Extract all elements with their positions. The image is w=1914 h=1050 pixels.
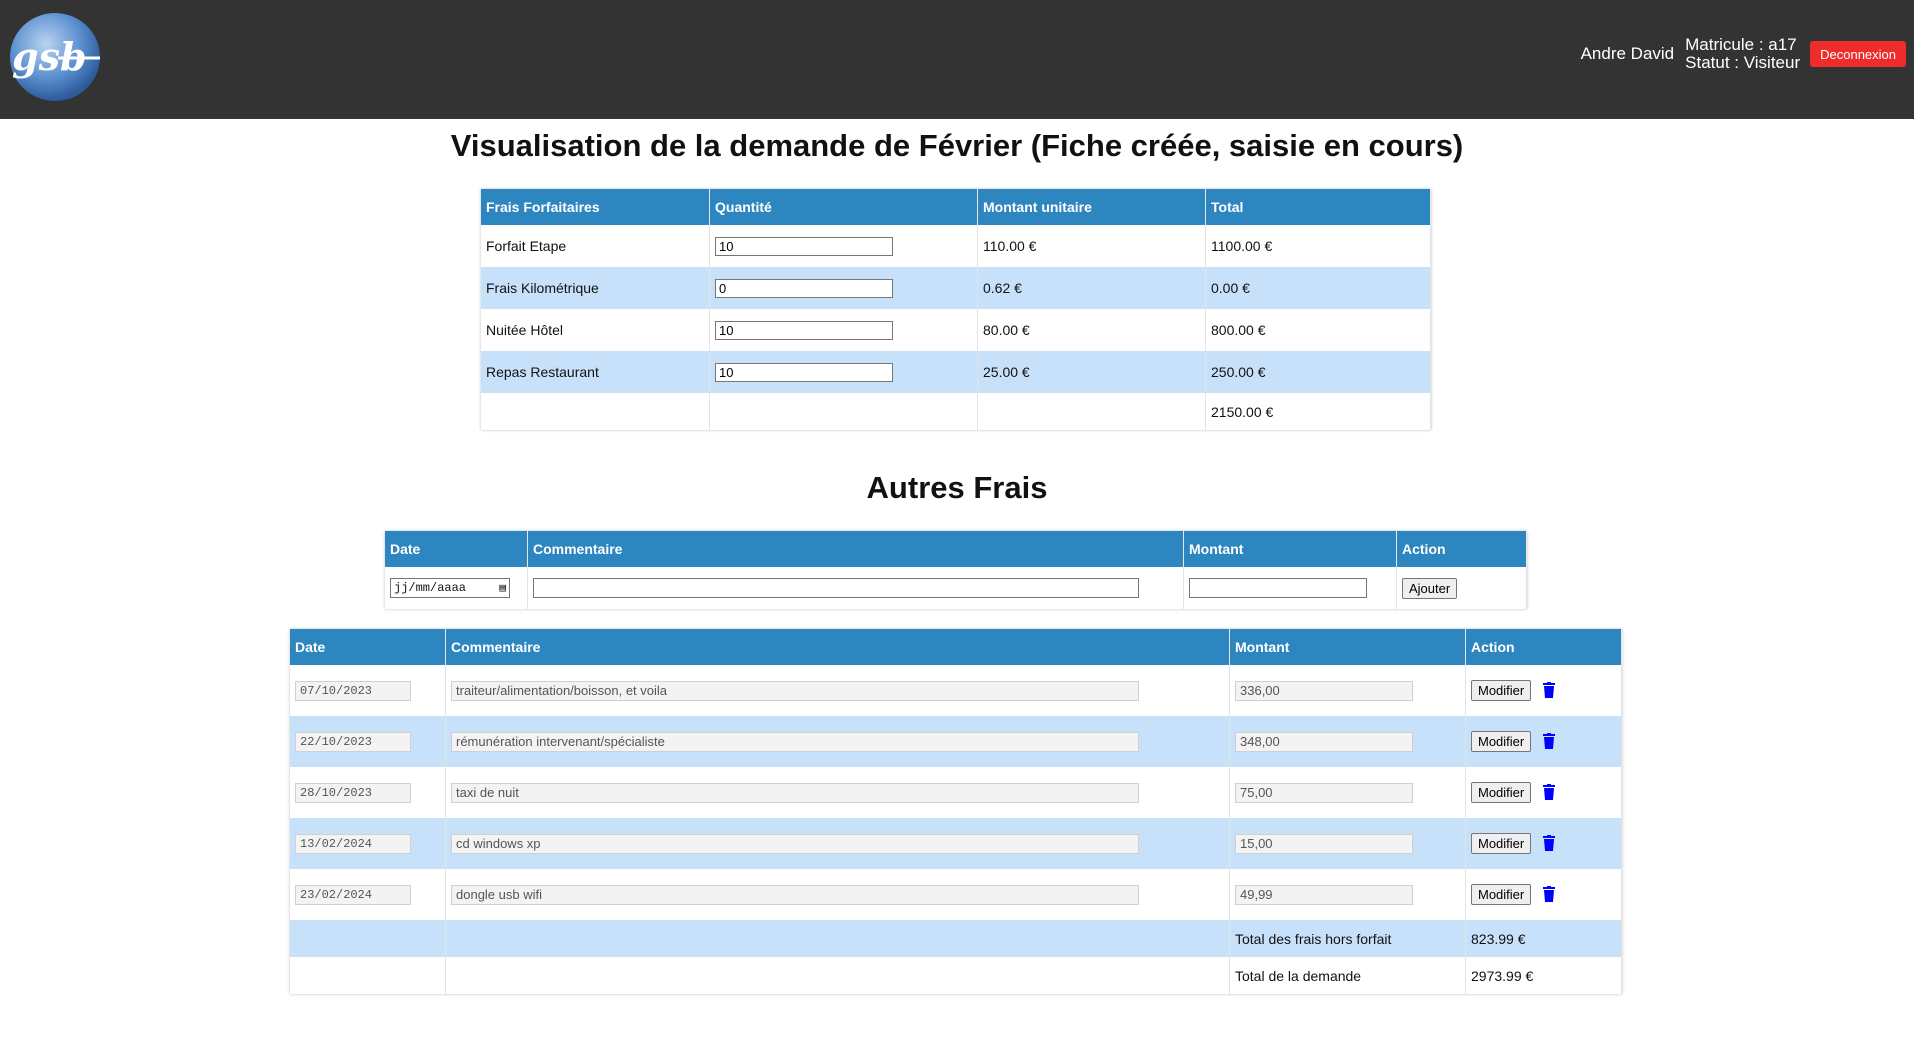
section-title-autres-frais: Autres Frais (866, 470, 1048, 505)
forfait-header-qty: Quantité (709, 189, 978, 225)
forfait-total: 250.00 € (1205, 351, 1431, 393)
expense-row: Modifier (290, 716, 1622, 767)
expense-row: Modifier (290, 818, 1622, 869)
forfait-total-row: 2150.00 € (481, 393, 1431, 430)
quantity-input[interactable] (715, 278, 893, 298)
list-header-action: Action (1465, 629, 1622, 665)
forfait-label: Nuitée Hôtel (481, 309, 710, 351)
trash-icon[interactable] (1543, 835, 1556, 851)
add-header-date: Date (385, 531, 528, 567)
expense-amount (1235, 833, 1413, 854)
modify-button[interactable]: Modifier (1471, 833, 1532, 854)
list-header-amount: Montant (1229, 629, 1466, 665)
forfait-grand-total: 2150.00 € (1205, 393, 1431, 430)
amount-input[interactable] (1189, 578, 1367, 598)
expense-amount (1235, 782, 1413, 803)
top-bar: gsb Andre David Matricule : a17 Statut :… (0, 0, 1914, 119)
total-hf-value: 823.99 € (1465, 920, 1622, 957)
forfait-header-type: Frais Forfaitaires (481, 189, 710, 225)
forfait-unit: 80.00 € (977, 309, 1206, 351)
forfait-header-total: Total (1205, 189, 1431, 225)
forfait-total: 800.00 € (1205, 309, 1431, 351)
gsb-logo: gsb (10, 13, 100, 101)
forfait-label: Forfait Etape (481, 225, 710, 267)
expense-amount (1235, 680, 1413, 701)
trash-icon[interactable] (1543, 784, 1556, 800)
expense-row: Modifier (290, 869, 1622, 920)
forfait-table: Frais Forfaitaires Quantité Montant unit… (481, 189, 1431, 430)
forfait-unit: 110.00 € (977, 225, 1206, 267)
expense-date (295, 884, 411, 905)
quantity-input[interactable] (715, 320, 893, 340)
total-demande-row: Total de la demande 2973.99 € (290, 957, 1622, 994)
expense-comment (451, 884, 1139, 905)
user-meta: Matricule : a17 Statut : Visiteur (1685, 36, 1800, 72)
modify-button[interactable]: Modifier (1471, 731, 1532, 752)
forfait-total: 1100.00 € (1205, 225, 1431, 267)
expense-comment (451, 680, 1139, 701)
forfait-unit: 25.00 € (977, 351, 1206, 393)
modify-button[interactable]: Modifier (1471, 680, 1532, 701)
add-button[interactable]: Ajouter (1402, 577, 1458, 599)
expense-amount (1235, 731, 1413, 752)
total-demande-label: Total de la demande (1229, 957, 1466, 994)
modify-button[interactable]: Modifier (1471, 782, 1532, 803)
expense-comment (451, 782, 1139, 803)
list-header-date: Date (290, 629, 446, 665)
expense-date (295, 680, 411, 701)
quantity-input[interactable] (715, 236, 893, 256)
forfait-unit: 0.62 € (977, 267, 1206, 309)
expense-row: Modifier (290, 665, 1622, 716)
quantity-input[interactable] (715, 362, 893, 382)
logout-button[interactable]: Deconnexion (1810, 41, 1906, 67)
forfait-row: Repas Restaurant 25.00 € 250.00 € (481, 351, 1431, 393)
add-header-comment: Commentaire (527, 531, 1184, 567)
forfait-header-unit: Montant unitaire (977, 189, 1206, 225)
forfait-label: Frais Kilométrique (481, 267, 710, 309)
forfait-label: Repas Restaurant (481, 351, 710, 393)
total-demande-value: 2973.99 € (1465, 957, 1622, 994)
trash-icon[interactable] (1543, 682, 1556, 698)
total-hf-label: Total des frais hors forfait (1229, 920, 1466, 957)
page-title: Visualisation de la demande de Février (… (450, 128, 1464, 163)
expense-list-table: Date Commentaire Montant Action Modifier… (290, 629, 1622, 994)
calendar-icon[interactable]: ▤ (499, 581, 506, 595)
forfait-row: Forfait Etape 110.00 € 1100.00 € (481, 225, 1431, 267)
forfait-row: Frais Kilométrique 0.62 € 0.00 € (481, 267, 1431, 309)
expense-amount (1235, 884, 1413, 905)
modify-button[interactable]: Modifier (1471, 884, 1532, 905)
expense-comment (451, 833, 1139, 854)
total-hf-row: Total des frais hors forfait 823.99 € (290, 920, 1622, 957)
forfait-total: 0.00 € (1205, 267, 1431, 309)
expense-date (295, 782, 411, 803)
add-expense-table: Date Commentaire Montant Action jj/mm/aa… (385, 531, 1527, 609)
statut-text: Statut : Visiteur (1685, 53, 1801, 72)
user-name: Andre David (1580, 44, 1675, 63)
expense-comment (451, 731, 1139, 752)
user-area: Andre David Matricule : a17 Statut : Vis… (1581, 36, 1906, 72)
add-header-amount: Montant (1183, 531, 1397, 567)
comment-input[interactable] (533, 578, 1139, 598)
forfait-row: Nuitée Hôtel 80.00 € 800.00 € (481, 309, 1431, 351)
trash-icon[interactable] (1543, 886, 1556, 902)
trash-icon[interactable] (1543, 733, 1556, 749)
date-placeholder: jj/mm/aaaa (394, 581, 467, 595)
matricule-text: Matricule : a17 (1685, 35, 1797, 54)
expense-row: Modifier (290, 767, 1622, 818)
list-header-comment: Commentaire (445, 629, 1230, 665)
expense-date (295, 833, 411, 854)
date-input[interactable]: jj/mm/aaaa ▤ (390, 578, 510, 598)
expense-date (295, 731, 411, 752)
add-header-action: Action (1396, 531, 1527, 567)
